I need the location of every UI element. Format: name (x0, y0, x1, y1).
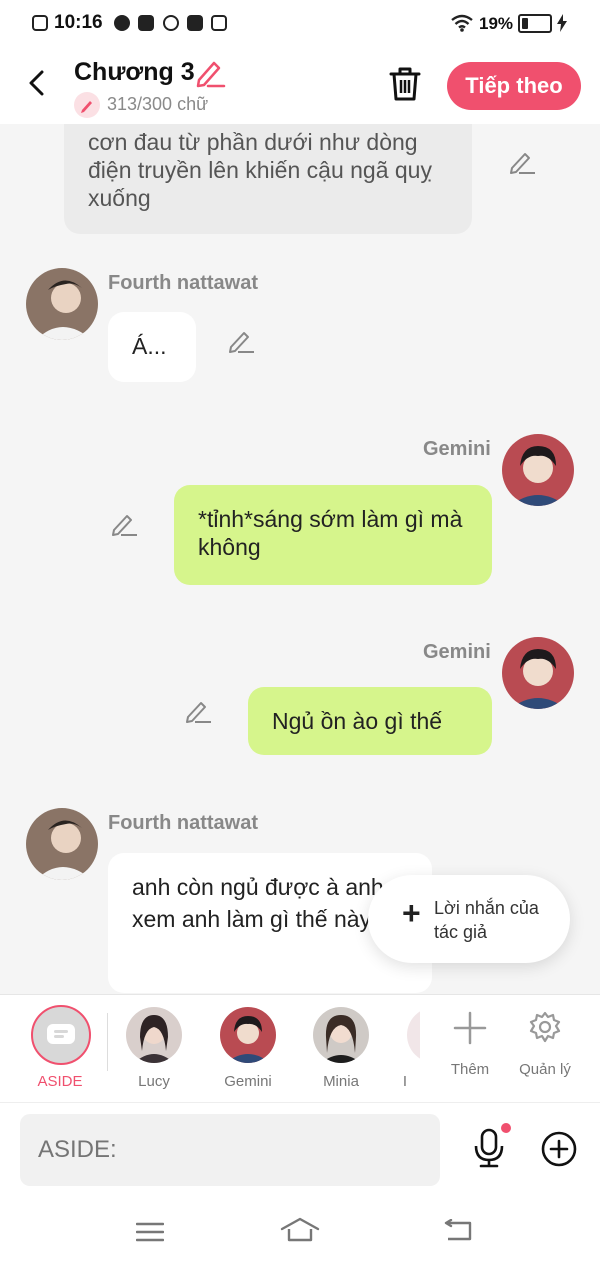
add-circle-icon[interactable] (540, 1130, 578, 1168)
chapter-title: Chương 3 (74, 58, 195, 86)
input-bar (0, 1102, 600, 1198)
messenger-icon (114, 15, 130, 31)
avatar-gemini (220, 1007, 276, 1063)
avatar-lucy (126, 1007, 182, 1063)
sender-name: Gemini (423, 641, 491, 663)
manage-button[interactable]: Quản lý (515, 1005, 575, 1085)
plus-icon (453, 1011, 487, 1045)
edit-title-icon[interactable] (194, 58, 226, 88)
message-icon (47, 1024, 75, 1044)
sim-icon (32, 15, 48, 31)
sender-name: Fourth nattawat (108, 812, 258, 834)
back-nav-icon[interactable] (442, 1219, 472, 1243)
avatar-gemini[interactable] (502, 434, 574, 506)
author-note-label: Lời nhắn của tác giả (434, 898, 539, 942)
edit-message-icon[interactable] (508, 148, 536, 176)
character-label: Minia (323, 1073, 359, 1090)
aside-avatar (31, 1005, 91, 1065)
word-count: 313/300 chữ (107, 94, 209, 114)
message-bubble: cơn đau từ phần dưới như dòng điện truyề… (64, 124, 472, 234)
character-minia[interactable]: Minia (296, 995, 386, 1095)
microphone-icon[interactable] (472, 1128, 506, 1168)
home-icon[interactable] (280, 1217, 320, 1243)
author-note-button[interactable]: + Lời nhắn của tác giả (368, 875, 570, 963)
message-input[interactable] (20, 1114, 440, 1186)
avatar-fourth[interactable] (26, 808, 98, 880)
edit-message-icon[interactable] (184, 697, 212, 725)
back-icon[interactable] (26, 70, 48, 96)
character-label: Gemini (224, 1073, 272, 1090)
zalo-icon (211, 15, 227, 31)
avatar-fourth[interactable] (26, 268, 98, 340)
battery-icon (518, 14, 552, 33)
message-bubble: *tỉnh*sáng sớm làm gì mà không (174, 485, 492, 585)
chat-area[interactable]: cơn đau từ phần dưới như dòng điện truyề… (0, 124, 600, 994)
character-bar: ASIDE Lucy Gemini Minia I Thêm Quản lý (0, 994, 600, 1103)
character-partial[interactable]: I (390, 995, 420, 1095)
word-count-icon (74, 92, 100, 118)
character-aside[interactable]: ASIDE (15, 995, 105, 1095)
add-character-button[interactable]: Thêm (440, 1005, 500, 1085)
character-label: Lucy (138, 1073, 170, 1090)
plus-icon: + (402, 895, 421, 931)
header: Chương 3 313/300 chữ Tiếp theo (0, 48, 600, 124)
character-label: ASIDE (37, 1073, 83, 1090)
status-time: 10:16 (54, 12, 103, 33)
gear-icon (529, 1011, 561, 1043)
notification-dot (501, 1123, 511, 1133)
app-icon (163, 15, 179, 31)
sender-name: Fourth nattawat (108, 272, 258, 294)
message-bubble: Á... (108, 312, 196, 382)
youtube-icon (138, 15, 154, 31)
menu-icon[interactable] (136, 1221, 164, 1243)
character-gemini[interactable]: Gemini (203, 995, 293, 1095)
sender-name: Gemini (423, 438, 491, 460)
character-lucy[interactable]: Lucy (109, 995, 199, 1095)
avatar-minia (313, 1007, 369, 1063)
tiktok-icon (187, 15, 203, 31)
wifi-icon (451, 14, 473, 32)
avatar-partial (407, 1007, 420, 1063)
manage-label: Quản lý (519, 1061, 571, 1078)
next-button[interactable]: Tiếp theo (447, 62, 581, 110)
trash-icon[interactable] (388, 66, 422, 102)
edit-message-icon[interactable] (110, 510, 138, 538)
message-bubble: Ngủ ồn ào gì thế (248, 687, 492, 755)
edit-message-icon[interactable] (227, 327, 255, 355)
avatar-gemini[interactable] (502, 637, 574, 709)
character-label: I (402, 1073, 408, 1090)
status-bar: 10:16 19% (0, 0, 600, 48)
divider (107, 1013, 108, 1071)
charging-icon (557, 14, 567, 32)
system-nav-bar (0, 1197, 600, 1267)
battery-percent: 19% (479, 14, 514, 33)
